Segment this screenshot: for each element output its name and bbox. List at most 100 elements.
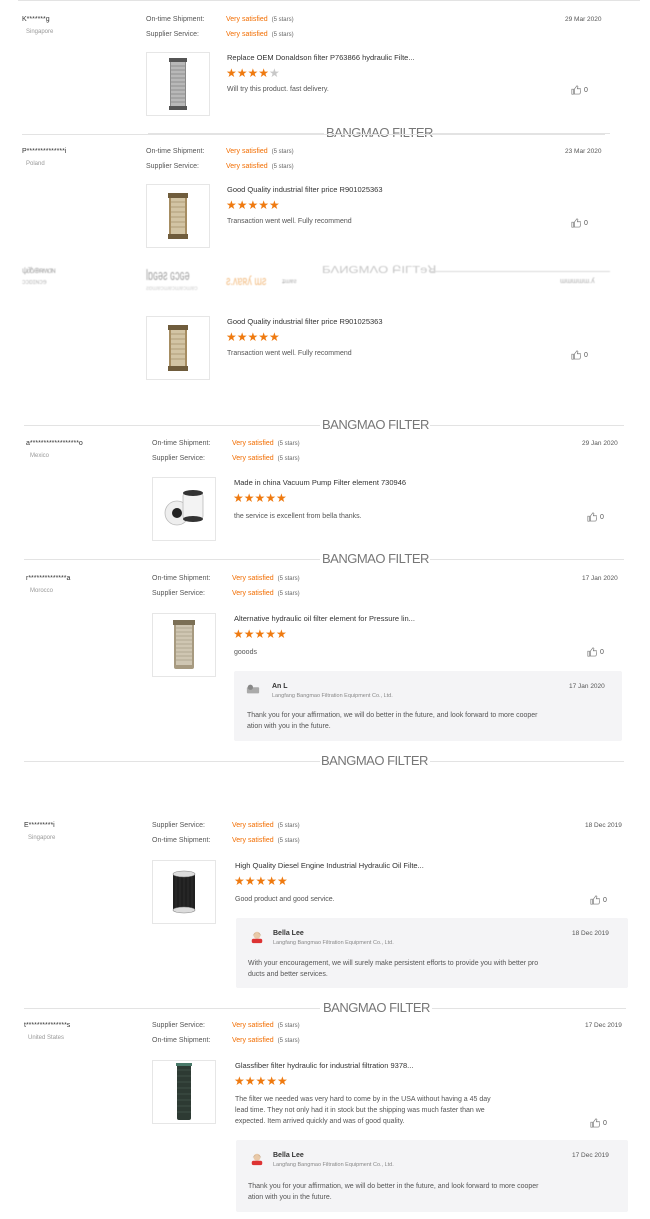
reviewer-name: P**************i — [22, 148, 67, 155]
rating-row: On-time Shipment: Very satisfied (5 stars) — [146, 16, 294, 23]
product-thumbnail[interactable] — [152, 860, 216, 924]
star-icon: ★★★★★ — [226, 198, 280, 212]
product-thumbnail[interactable] — [152, 477, 216, 541]
supplier-reply: Bella Lee Langfang Bangmao Filtration Eq… — [236, 1140, 628, 1212]
rating-value: Very satisfied — [232, 440, 274, 447]
reply-text: Thank you for your affirmation, we will … — [247, 712, 538, 719]
filter-element-image — [168, 193, 188, 239]
reply-text: ation with you in the future. — [247, 723, 331, 730]
rating-note: (5 stars) — [277, 441, 300, 447]
like-button[interactable]: 0 — [571, 350, 588, 360]
filter-element-image — [168, 325, 188, 371]
rating-label: On-time Shipment: — [146, 16, 205, 23]
like-button[interactable]: 0 — [590, 895, 607, 905]
reply-author: An L — [272, 683, 288, 690]
reviewer-country: Morocco — [30, 588, 54, 594]
review-date: 17 Dec 2019 — [585, 1022, 622, 1029]
thumbs-up-icon — [590, 1118, 600, 1128]
rating-row: Supplier Service: Very satisfied (5 stars) — [152, 590, 300, 597]
reply-text: ation with you in the future. — [248, 1194, 332, 1201]
star-rating: ★★★★★ — [233, 492, 287, 504]
rating-row: On-time Shipment: Very satisfied (5 stars) — [152, 837, 300, 844]
reviewer-country: Mexico — [30, 453, 50, 459]
reply-date: 17 Dec 2019 — [572, 1152, 609, 1159]
rating-row: On-time Shipment: Very satisfied (5 stars) — [152, 1037, 300, 1044]
reply-author: Bella Lee — [273, 1152, 304, 1159]
like-count: 0 — [603, 1119, 607, 1127]
like-button[interactable]: 0 — [571, 85, 588, 95]
watermark-text: BANGMAO FILTER — [326, 125, 433, 140]
product-title-link[interactable]: High Quality Diesel Engine Industrial Hy… — [235, 861, 424, 870]
vacuum-filter-image — [164, 490, 204, 526]
rating-value: Very satisfied — [232, 455, 274, 462]
rating-label: Supplier Service: — [152, 455, 205, 462]
rating-note: (5 stars) — [277, 1038, 300, 1044]
reply-text: Thank you for your affirmation, we will … — [248, 1183, 539, 1190]
rating-note: (5 stars) — [271, 149, 294, 155]
watermark-text: BANGMAO FILTER — [323, 1000, 430, 1015]
rating-label: On-time Shipment: — [152, 575, 211, 582]
distorted-strip: ψ∂ձ⊕ʀʍσɴ ɔɔɒɪɴɔɘ lɒɢǝƨ ɢɔɢǝ ƨɒɯɐɔɯɐɔɯɐɔɯ… — [0, 262, 650, 294]
rating-label: Supplier Service: — [152, 1022, 205, 1029]
review-date: 29 Jan 2020 — [582, 440, 618, 447]
reviewer-country: United States — [28, 1035, 65, 1041]
supplier-reply: An L Langfang Bangmao Filtration Equipme… — [234, 671, 622, 741]
star-rating: ★★★★★ — [233, 628, 287, 640]
diesel-filter-image — [172, 870, 196, 914]
review-comment: Good product and good service. — [235, 896, 335, 903]
product-title-link[interactable]: Good Quality industrial filter price R90… — [227, 185, 383, 194]
rating-label: On-time Shipment: — [152, 1037, 211, 1044]
like-button[interactable]: 0 — [587, 647, 604, 657]
watermark-divider: BANGMAO FILTER — [0, 125, 650, 141]
rating-row: Supplier Service: Very satisfied (5 stars) — [152, 455, 300, 462]
product-title-link[interactable]: Good Quality industrial filter price R90… — [227, 317, 383, 326]
thumbs-up-icon — [587, 512, 597, 522]
rating-row: Supplier Service: Very satisfied (5 stars) — [146, 163, 294, 170]
star-icon: ★★★★★ — [233, 627, 287, 641]
reviewer-country: Singapore — [26, 29, 54, 35]
product-title-link[interactable]: Alternative hydraulic oil filter element… — [234, 614, 415, 623]
product-title-link[interactable]: Made in china Vacuum Pump Filter element… — [234, 478, 406, 487]
reply-date: 17 Jan 2020 — [569, 683, 605, 690]
rating-row: On-time Shipment: Very satisfied (5 stars) — [152, 440, 300, 447]
rating-label: On-time Shipment: — [146, 148, 205, 155]
rating-value: Very satisfied — [232, 590, 274, 597]
rating-label: Supplier Service: — [146, 31, 199, 38]
review-comment: the service is excellent from bella than… — [234, 513, 362, 520]
product-thumbnail[interactable] — [146, 52, 210, 116]
thumbs-up-icon — [571, 350, 581, 360]
like-count: 0 — [584, 219, 588, 227]
like-count: 0 — [603, 896, 607, 904]
star-empty-icon: ★ — [269, 66, 280, 80]
product-thumbnail[interactable] — [152, 613, 216, 677]
avatar-icon — [251, 931, 263, 944]
product-title-link[interactable]: Glassfiber filter hydraulic for industri… — [235, 1061, 413, 1070]
like-button[interactable]: 0 — [590, 1118, 607, 1128]
reviewer-name: a******************o — [26, 440, 83, 447]
product-thumbnail[interactable] — [152, 1060, 216, 1124]
like-button[interactable]: 0 — [571, 218, 588, 228]
rating-label: Supplier Service: — [152, 822, 205, 829]
product-thumbnail[interactable] — [146, 316, 210, 380]
filter-cartridge-image — [169, 58, 187, 110]
rating-row: Supplier Service: Very satisfied (5 stars) — [152, 822, 300, 829]
divider-line — [22, 134, 605, 135]
star-rating: ★★★★★ — [234, 875, 288, 887]
review-comment: lead time. They not only had it in stock… — [235, 1107, 485, 1114]
thumbs-up-icon — [571, 218, 581, 228]
review-comment: gooods — [234, 649, 257, 656]
rating-label: On-time Shipment: — [152, 440, 211, 447]
star-icon: ★★★★★ — [226, 330, 280, 344]
review-comment: Will try this product. fast delivery. — [227, 86, 329, 93]
rating-row: On-time Shipment: Very satisfied (5 stars) — [152, 575, 300, 582]
like-button[interactable]: 0 — [587, 512, 604, 522]
rating-note: (5 stars) — [271, 164, 294, 170]
thumbs-up-icon — [587, 647, 597, 657]
review-comment: expected. Item arrived quickly and was o… — [235, 1118, 405, 1125]
product-title-link[interactable]: Replace OEM Donaldson filter P763866 hyd… — [227, 53, 415, 62]
product-thumbnail[interactable] — [146, 184, 210, 248]
divider-line — [18, 0, 640, 1]
reviewer-country: Singapore — [28, 835, 56, 841]
watermark-divider: BANGMAO FILTER — [0, 1000, 650, 1016]
rating-note: (5 stars) — [277, 591, 300, 597]
